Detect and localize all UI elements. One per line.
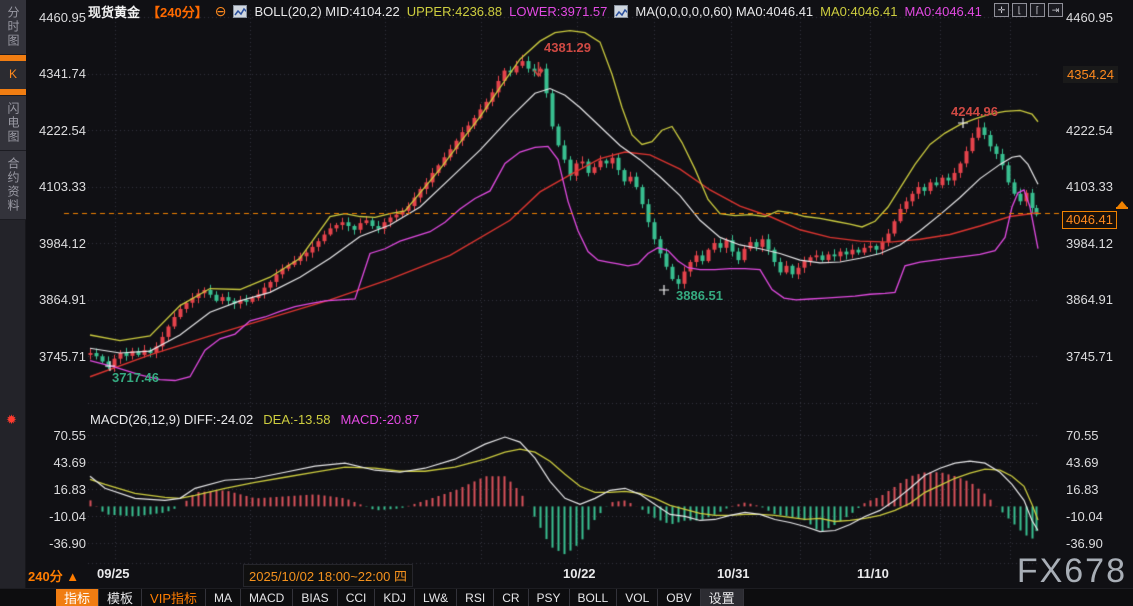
collapse-icon[interactable]: ⊖ bbox=[215, 5, 227, 18]
toolbar-item-lw[interactable]: LW& bbox=[415, 589, 457, 606]
period-label: 【240分】 bbox=[147, 2, 208, 21]
macd-axis-label: -36.90 bbox=[1066, 536, 1103, 551]
toolbar-item-template[interactable]: 模板 bbox=[99, 589, 142, 606]
ma-magenta-value: MA0:4046.41 bbox=[905, 4, 982, 19]
sidebar-item-time-chart[interactable]: 分时图 bbox=[0, 0, 26, 55]
sidebar-item-contract-info[interactable]: 合约资料 bbox=[0, 151, 26, 220]
price-axis-label: 4222.54 bbox=[30, 123, 86, 138]
price-axis-label: 4222.54 bbox=[1066, 123, 1113, 138]
toolbar-item-obv[interactable]: OBV bbox=[658, 589, 700, 606]
toolbar-item-psy[interactable]: PSY bbox=[529, 589, 570, 606]
macd-axis-label: 16.83 bbox=[1066, 482, 1099, 497]
macd-axis-label: -36.90 bbox=[30, 536, 86, 551]
toolbar-item-ma[interactable]: MA bbox=[206, 589, 241, 606]
boll-upper-value: UPPER:4236.88 bbox=[407, 4, 502, 19]
toolbar-item-vol[interactable]: VOL bbox=[617, 589, 658, 606]
toolbar-item-kdj[interactable]: KDJ bbox=[375, 589, 415, 606]
sidebar: 分时图 K线图 闪电图 合约资料 ✹ bbox=[0, 0, 26, 588]
macd-dea-value: DEA:-13.58 bbox=[263, 412, 330, 427]
toolbar-item-cr[interactable]: CR bbox=[494, 589, 528, 606]
toolbar-spacer bbox=[0, 589, 56, 606]
ma-yellow-value: MA0:4046.41 bbox=[820, 4, 897, 19]
symbol-name: 现货黄金 bbox=[88, 2, 140, 21]
macd-axis-label: 16.83 bbox=[30, 482, 86, 497]
price-axis-label: 4341.74 bbox=[30, 66, 86, 81]
macd-axis-label: 43.69 bbox=[1066, 455, 1099, 470]
macd-axis-label: 70.55 bbox=[1066, 428, 1099, 443]
price-axis-label: 3984.12 bbox=[30, 236, 86, 251]
alert-icon[interactable]: ✹ bbox=[6, 412, 17, 428]
price-axis-label: 3984.12 bbox=[1066, 236, 1113, 251]
price-axis-label: 4103.33 bbox=[30, 179, 86, 194]
boll-mid-value: BOLL(20,2) MID:4104.22 bbox=[254, 4, 399, 19]
candlestick-chart-canvas[interactable] bbox=[0, 0, 1133, 606]
price-axis-label: 4460.95 bbox=[1066, 10, 1113, 25]
crosshair-icon[interactable]: ✛ bbox=[994, 3, 1009, 17]
toolbar-item-macd[interactable]: MACD bbox=[241, 589, 293, 606]
toolbar-item-bias[interactable]: BIAS bbox=[293, 589, 337, 606]
period-selector[interactable]: 240分 ▲ bbox=[28, 566, 79, 585]
boll-chart-icon[interactable] bbox=[233, 5, 247, 18]
price-axis-label: 4460.95 bbox=[30, 10, 86, 25]
high-mark-badge: 4354.24 bbox=[1063, 66, 1118, 83]
chart-application: 分时图 K线图 闪电图 合约资料 ✹ 现货黄金 【240分】 ⊖ BOLL(20… bbox=[0, 0, 1133, 606]
sidebar-item-kline-chart[interactable]: K线图 bbox=[0, 55, 26, 96]
current-price-marker-icon bbox=[1117, 201, 1127, 207]
current-price-badge: 4046.41 bbox=[1062, 211, 1117, 229]
ma-white-value: MA(0,0,0,0,0,60) MA0:4046.41 bbox=[635, 4, 813, 19]
watermark: FX678 bbox=[1017, 552, 1127, 591]
toolbar-item-settings[interactable]: 设置 bbox=[701, 589, 744, 606]
x-axis-date: 10/22 bbox=[563, 566, 596, 581]
macd-value: MACD:-20.87 bbox=[340, 412, 419, 427]
x-axis-date: 11/10 bbox=[857, 566, 889, 581]
expand-pane-icon[interactable]: ⇥ bbox=[1048, 3, 1063, 17]
toolbar-item-boll[interactable]: BOLL bbox=[570, 589, 618, 606]
sidebar-item-lightning-chart[interactable]: 闪电图 bbox=[0, 96, 26, 151]
chart-tool-icons: ✛ ⌊ ⌈ ⇥ bbox=[994, 3, 1063, 17]
macd-axis-label: 70.55 bbox=[30, 428, 86, 443]
toolbar-item-cci[interactable]: CCI bbox=[338, 589, 376, 606]
toolbar-item-vip-indicator[interactable]: VIP指标 bbox=[142, 589, 206, 606]
ma-chart-icon[interactable] bbox=[614, 5, 628, 18]
high-annotation: 4381.29 bbox=[544, 40, 591, 55]
kline-tab-head: K bbox=[0, 61, 26, 89]
price-axis-label: 4103.33 bbox=[1066, 179, 1113, 194]
period-low-annotation: 3717.46 bbox=[112, 370, 159, 385]
toolbar-item-indicator[interactable]: 指标 bbox=[56, 589, 99, 606]
crosshair-date-tooltip: 2025/10/02 18:00~22:00 四 bbox=[243, 564, 413, 587]
macd-header: MACD(26,12,9) DIFF:-24.02 DEA:-13.58 MAC… bbox=[90, 412, 419, 427]
boll-lower-value: LOWER:3971.57 bbox=[509, 4, 607, 19]
toolbar-item-rsi[interactable]: RSI bbox=[457, 589, 494, 606]
macd-axis-label: -10.04 bbox=[30, 509, 86, 524]
price-axis-label: 3864.91 bbox=[1066, 292, 1113, 307]
pane-layout-left-icon[interactable]: ⌊ bbox=[1012, 3, 1027, 17]
price-axis-label: 3864.91 bbox=[30, 292, 86, 307]
macd-axis-label: -10.04 bbox=[1066, 509, 1103, 524]
swing-low-annotation: 3886.51 bbox=[676, 288, 723, 303]
chart-header: 现货黄金 【240分】 ⊖ BOLL(20,2) MID:4104.22 UPP… bbox=[88, 2, 982, 20]
price-axis-label: 3745.71 bbox=[1066, 349, 1113, 364]
swing-high-annotation: 4244.96 bbox=[951, 104, 998, 119]
macd-axis-label: 43.69 bbox=[30, 455, 86, 470]
indicator-toolbar: 指标 模板 VIP指标 MA MACD BIAS CCI KDJ LW& RSI… bbox=[0, 588, 1133, 606]
price-axis-label: 3745.71 bbox=[30, 349, 86, 364]
x-axis-date: 09/25 bbox=[97, 566, 130, 581]
macd-title: MACD(26,12,9) DIFF:-24.02 bbox=[90, 412, 253, 427]
pane-layout-right-icon[interactable]: ⌈ bbox=[1030, 3, 1045, 17]
x-axis-date: 10/31 bbox=[717, 566, 750, 581]
